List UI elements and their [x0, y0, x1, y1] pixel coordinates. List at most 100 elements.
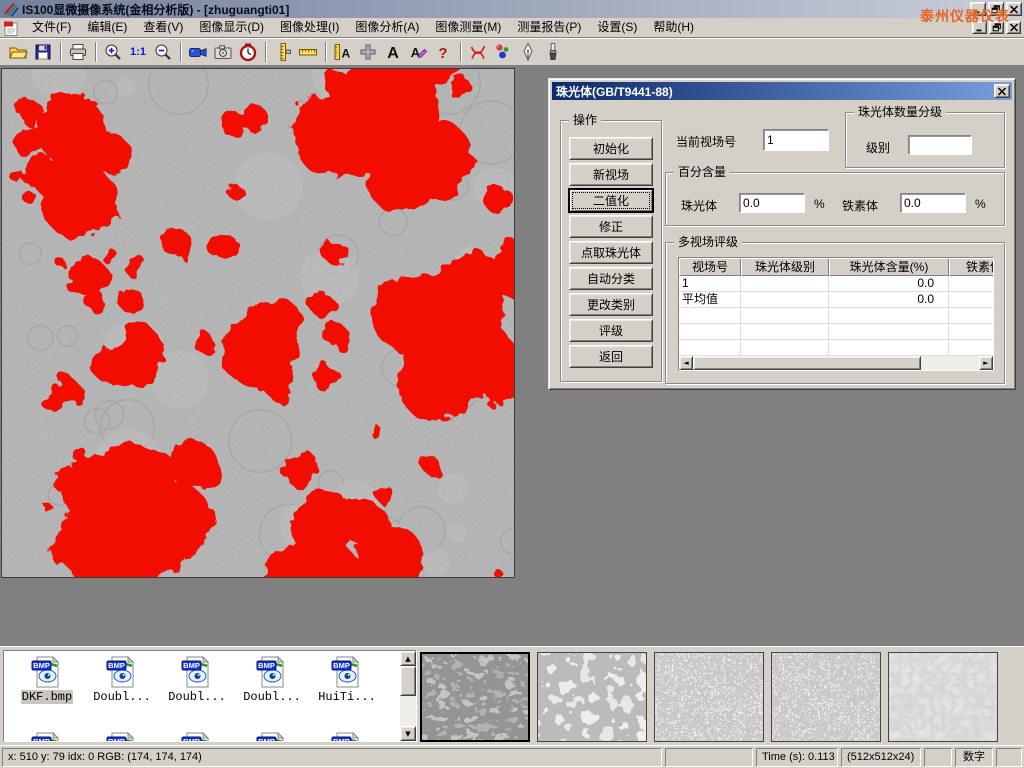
- grid-button[interactable]: [356, 40, 381, 64]
- mdi-close-button[interactable]: [1006, 21, 1021, 34]
- op-button-change-class[interactable]: 更改类别: [569, 293, 653, 316]
- svg-text:BMP: BMP: [258, 737, 275, 742]
- op-button-binarize[interactable]: 二值化: [569, 189, 653, 212]
- text-icon: A: [383, 42, 404, 62]
- ruler-button[interactable]: [296, 40, 321, 64]
- op-button-initialize[interactable]: 初始化: [569, 137, 653, 160]
- actual-size-icon: 1:1: [128, 42, 149, 62]
- minimize-button[interactable]: [970, 2, 986, 16]
- specimen-image[interactable]: [1, 68, 515, 578]
- brush-icon: [543, 42, 564, 62]
- bottom-panel: BMPDKF.bmpBMPDoubl...BMPDoubl...BMPDoubl…: [0, 645, 1024, 745]
- table-cell: [741, 324, 829, 339]
- close-button[interactable]: [1006, 2, 1022, 16]
- pen-button[interactable]: [516, 40, 541, 64]
- table-cell: [949, 276, 994, 291]
- annotate-button[interactable]: A: [406, 40, 431, 64]
- pearlite-percent-input[interactable]: [739, 193, 805, 213]
- op-button-correct[interactable]: 修正: [569, 215, 653, 238]
- toolbar-separator: [460, 42, 462, 62]
- scroll-right-icon[interactable]: ►: [979, 356, 993, 370]
- help-button[interactable]: ?: [431, 40, 456, 64]
- file-name: Doubl...: [92, 690, 152, 704]
- restore-icon: [991, 5, 1001, 14]
- scroll-left-icon[interactable]: ◄: [679, 356, 693, 370]
- op-button-return[interactable]: 返回: [569, 345, 653, 368]
- save-button[interactable]: [31, 40, 56, 64]
- measure-text-button[interactable]: A: [331, 40, 356, 64]
- table-row[interactable]: 10.0: [679, 276, 994, 292]
- title-bar: IS100显微摄像系统(金相分析版) - [zhuguangti01]: [0, 0, 1024, 18]
- dialog-title-bar[interactable]: 珠光体(GB/T9441-88): [552, 82, 1012, 100]
- file-item[interactable]: BMPDKF.bmp: [10, 655, 84, 704]
- measure-text-icon: A: [333, 42, 354, 62]
- table-row[interactable]: [679, 340, 994, 356]
- file-item[interactable]: BMP: [85, 731, 159, 742]
- actual-size-button[interactable]: 1:1: [126, 40, 151, 64]
- grade-input[interactable]: [908, 135, 972, 155]
- menu-item[interactable]: 编辑(E): [79, 18, 135, 37]
- table-row[interactable]: [679, 308, 994, 324]
- menu-item[interactable]: 图像显示(D): [191, 18, 272, 37]
- menu-item[interactable]: 帮助(H): [645, 18, 702, 37]
- scrollbar-thumb[interactable]: [693, 356, 921, 370]
- table-cell: [741, 292, 829, 307]
- restore-button[interactable]: [988, 2, 1004, 16]
- timer-button[interactable]: [236, 40, 261, 64]
- close-icon: [1009, 23, 1019, 32]
- print-button[interactable]: [66, 40, 91, 64]
- sample-thumbnail[interactable]: [654, 652, 764, 742]
- menu-item[interactable]: 图像处理(I): [272, 18, 347, 37]
- current-field-input[interactable]: [763, 129, 829, 151]
- sample-thumbnail[interactable]: [771, 652, 881, 742]
- menu-item[interactable]: 文件(F): [24, 18, 79, 37]
- file-item[interactable]: BMPDoubl...: [85, 655, 159, 704]
- table-horizontal-scrollbar[interactable]: ◄ ►: [679, 356, 993, 370]
- scrollbar-thumb[interactable]: [400, 666, 416, 696]
- sample-thumbnail[interactable]: [537, 652, 647, 742]
- toolbar-separator: [325, 42, 327, 62]
- op-button-grade[interactable]: 评级: [569, 319, 653, 342]
- file-item[interactable]: BMP: [160, 731, 234, 742]
- file-item[interactable]: BMPHuiTi...: [310, 655, 384, 704]
- mdi-restore-button[interactable]: [989, 21, 1004, 34]
- file-item[interactable]: BMP: [235, 731, 309, 742]
- op-button-new-field[interactable]: 新视场: [569, 163, 653, 186]
- video-camera-button[interactable]: [186, 40, 211, 64]
- particles-button[interactable]: [491, 40, 516, 64]
- menu-item[interactable]: 图像分析(A): [347, 18, 427, 37]
- ferrite-percent-input[interactable]: [900, 193, 966, 213]
- table-row[interactable]: [679, 324, 994, 340]
- file-item[interactable]: BMP: [10, 731, 84, 742]
- dialog-close-button[interactable]: [994, 84, 1010, 98]
- mode-status: 数字: [955, 748, 993, 767]
- svg-text:BMP: BMP: [183, 737, 200, 742]
- menu-item[interactable]: 图像测量(M): [427, 18, 509, 37]
- file-list-scrollbar[interactable]: ▲ ▼: [400, 651, 416, 741]
- menu-item[interactable]: 设置(S): [589, 18, 645, 37]
- file-item[interactable]: BMPDoubl...: [235, 655, 309, 704]
- table-row[interactable]: 平均值0.0: [679, 292, 994, 308]
- svg-text:BMP: BMP: [183, 661, 200, 670]
- sample-thumbnail[interactable]: [888, 652, 998, 742]
- curve-button[interactable]: [466, 40, 491, 64]
- sample-thumbnail[interactable]: [420, 652, 530, 742]
- height-gauge-button[interactable]: [271, 40, 296, 64]
- toolbar-separator: [95, 42, 97, 62]
- menu-item[interactable]: 测量报告(P): [509, 18, 589, 37]
- scroll-down-icon[interactable]: ▼: [400, 726, 416, 741]
- file-item[interactable]: BMP: [310, 731, 384, 742]
- brush-button[interactable]: [541, 40, 566, 64]
- op-button-pick-pearlite[interactable]: 点取珠光体: [569, 241, 653, 264]
- text-button[interactable]: A: [381, 40, 406, 64]
- menu-item[interactable]: 查看(V): [135, 18, 191, 37]
- scroll-up-icon[interactable]: ▲: [400, 651, 416, 666]
- zoom-out-button[interactable]: [151, 40, 176, 64]
- zoom-in-button[interactable]: [101, 40, 126, 64]
- mdi-minimize-button[interactable]: [972, 21, 987, 34]
- table-cell: [829, 308, 949, 323]
- capture-button[interactable]: [211, 40, 236, 64]
- file-item[interactable]: BMPDoubl...: [160, 655, 234, 704]
- op-button-auto-classify[interactable]: 自动分类: [569, 267, 653, 290]
- open-button[interactable]: [6, 40, 31, 64]
